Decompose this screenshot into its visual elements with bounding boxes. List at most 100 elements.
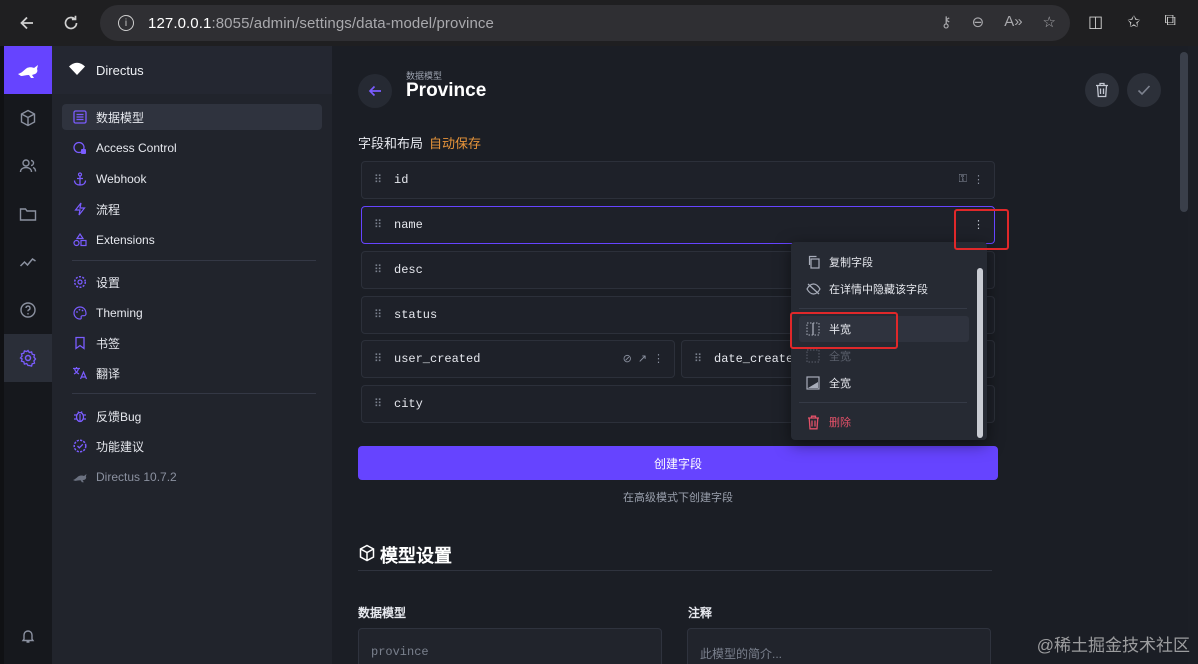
bug-icon — [72, 408, 88, 424]
field-actions: ⊘ ↗ ⋮ — [623, 352, 664, 365]
section-divider — [358, 570, 992, 571]
favorites-icon[interactable]: ✩ — [1127, 12, 1140, 32]
save-checkmark-button[interactable] — [1127, 73, 1161, 107]
sidebar-divider — [72, 260, 316, 261]
anchor-icon — [72, 171, 88, 187]
gear-icon — [72, 274, 88, 290]
sidebar-item-report-bug[interactable]: 反馈Bug — [62, 403, 322, 429]
sidebar-item-access-control[interactable]: Access Control — [62, 135, 322, 161]
delete-collection-button[interactable] — [1085, 73, 1119, 107]
drag-handle-icon[interactable]: ⠿ — [374, 175, 384, 186]
hidden-eye-icon: ⊘ — [622, 353, 632, 365]
directus-rabbit-icon — [72, 469, 88, 485]
palette-icon — [72, 305, 88, 321]
drag-handle-icon[interactable]: ⠿ — [374, 399, 384, 410]
drag-handle-icon[interactable]: ⠿ — [374, 310, 384, 321]
bookmark-icon — [72, 335, 88, 351]
site-info-icon[interactable]: i — [118, 15, 134, 31]
full-width-icon — [805, 375, 821, 391]
primary-key-icon: ⚿ — [958, 173, 967, 185]
main-content: 数据模型 Province 字段和布局 自动保存 ⠿ id ⚿ ⋮ ⠿ name … — [332, 46, 1188, 664]
wifi-project-icon — [68, 62, 86, 79]
sidebar-item-data-model[interactable]: 数据模型 — [62, 104, 322, 130]
help-module-icon[interactable] — [4, 286, 52, 334]
menu-item-hide-in-detail[interactable]: 在详情中隐藏该字段 — [799, 276, 969, 302]
drag-handle-icon[interactable]: ⠿ — [694, 354, 704, 365]
cube-icon — [358, 544, 376, 567]
reload-icon[interactable] — [60, 12, 82, 34]
read-aloud-icon[interactable]: A» — [1004, 13, 1022, 31]
note-label: 注释 — [688, 606, 713, 620]
field-actions: ⚿ ⋮ — [959, 173, 984, 186]
split-screen-icon[interactable]: ◫ — [1088, 12, 1103, 32]
address-bar[interactable]: i 127.0.0.1:8055/admin/settings/data-mod… — [100, 5, 1070, 41]
sidebar-item-translations[interactable]: 翻译 — [62, 360, 322, 386]
trash-icon — [805, 414, 821, 430]
menu-item-delete[interactable]: 删除 — [799, 409, 969, 435]
sidebar-item-settings[interactable]: 设置 — [62, 269, 322, 295]
collection-name-input: province — [358, 628, 662, 664]
back-arrow-icon[interactable] — [16, 12, 38, 34]
sidebar-item-flows[interactable]: 流程 — [62, 196, 322, 222]
fill-width-icon — [805, 348, 821, 364]
directus-logo-icon[interactable] — [4, 46, 52, 94]
sidebar-divider — [72, 393, 316, 394]
sidebar-item-theming[interactable]: Theming — [62, 300, 322, 326]
main-scrollbar[interactable] — [1180, 52, 1188, 212]
settings-module-icon[interactable] — [4, 334, 52, 382]
insights-module-icon[interactable] — [4, 238, 52, 286]
menu-scrollbar[interactable] — [977, 268, 983, 438]
watermark: @稀土掘金技术社区 — [1036, 636, 1190, 655]
zoom-out-icon[interactable]: ⊖ — [972, 13, 985, 31]
notifications-bell-icon[interactable] — [4, 612, 52, 660]
collection-name-label: 数据模型 — [358, 606, 407, 620]
menu-divider — [799, 402, 967, 403]
files-module-icon[interactable] — [4, 190, 52, 238]
collections-icon[interactable]: ⧉ — [1165, 12, 1176, 32]
sidebar-item-feature-request[interactable]: 功能建议 — [62, 433, 322, 459]
favorite-star-icon[interactable]: ☆ — [1043, 13, 1056, 31]
autosave-label: 自动保存 — [429, 136, 482, 151]
browser-toolbar: i 127.0.0.1:8055/admin/settings/data-mod… — [0, 0, 1198, 46]
content-module-icon[interactable] — [4, 94, 52, 142]
extensions-icon — [72, 232, 88, 248]
page-title: Province — [406, 80, 487, 101]
more-vertical-icon[interactable]: ⋮ — [973, 173, 984, 186]
sidebar-item-extensions[interactable]: Extensions — [62, 227, 322, 253]
key-icon[interactable]: ⚷ — [941, 13, 952, 31]
version-info: Directus 10.7.2 — [62, 464, 322, 490]
more-vertical-icon[interactable]: ⋮ — [653, 352, 664, 365]
copy-icon — [805, 254, 821, 270]
sidebar-item-bookmarks[interactable]: 书签 — [62, 330, 322, 356]
menu-item-full-width[interactable]: 全宽 — [799, 370, 969, 396]
sidebar-item-webhook[interactable]: Webhook — [62, 166, 322, 192]
access-control-icon — [72, 140, 88, 156]
back-button[interactable] — [358, 74, 392, 108]
open-external-icon[interactable]: ↗ — [638, 352, 647, 365]
browser-actions: ◫ ✩ ⧉ — [1088, 12, 1176, 32]
fields-section-label: 字段和布局 自动保存 — [358, 136, 482, 151]
menu-divider — [799, 308, 967, 309]
users-module-icon[interactable] — [4, 142, 52, 190]
advanced-mode-link[interactable]: 在高级模式下创建字段 — [358, 489, 998, 505]
feature-icon — [72, 438, 88, 454]
module-bar — [4, 46, 52, 664]
field-row-id[interactable]: ⠿ id ⚿ ⋮ — [361, 161, 995, 199]
settings-navigation: Directus 数据模型 Access Control Webhook 流程 … — [52, 46, 332, 664]
drag-handle-icon[interactable]: ⠿ — [374, 220, 384, 231]
project-header[interactable]: Directus — [52, 46, 332, 94]
field-row-name[interactable]: ⠿ name ⋮ — [361, 206, 995, 244]
address-bar-actions: ⚷ ⊖ A» ☆ — [941, 13, 1056, 31]
drag-handle-icon[interactable]: ⠿ — [374, 354, 384, 365]
annotation-box-half-width — [790, 312, 898, 349]
model-settings-title: 模型设置 — [358, 542, 452, 568]
data-model-icon — [72, 109, 88, 125]
menu-item-duplicate-field[interactable]: 复制字段 — [799, 249, 969, 275]
translate-icon — [72, 365, 88, 381]
url-text: 127.0.0.1:8055/admin/settings/data-model… — [148, 14, 494, 32]
field-row-user-created[interactable]: ⠿ user_created ⊘ ↗ ⋮ — [361, 340, 675, 378]
drag-handle-icon[interactable]: ⠿ — [374, 265, 384, 276]
bolt-icon — [72, 201, 88, 217]
create-field-button[interactable]: 创建字段 — [358, 446, 998, 480]
note-input[interactable]: 此模型的简介... — [687, 628, 991, 664]
